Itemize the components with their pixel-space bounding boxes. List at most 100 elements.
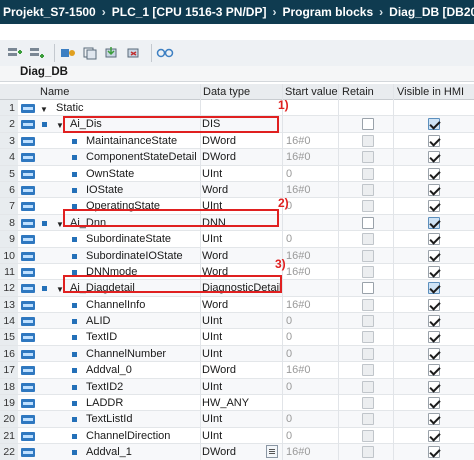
- row-datatype[interactable]: UInt: [202, 330, 222, 344]
- row-name[interactable]: TextID2: [86, 380, 123, 394]
- table-row[interactable]: 9 SubordinateState UInt 0: [0, 231, 474, 248]
- row-name[interactable]: IOState: [86, 183, 123, 197]
- row-datatype[interactable]: UInt: [202, 199, 222, 213]
- header-datatype[interactable]: Data type: [203, 86, 250, 98]
- load-values-icon[interactable]: [103, 44, 121, 62]
- row-start-value[interactable]: 0: [286, 232, 292, 246]
- collapse-arrow-icon[interactable]: ▼: [56, 285, 64, 294]
- row-datatype[interactable]: UInt: [202, 380, 222, 394]
- row-datatype[interactable]: DNN: [202, 216, 226, 230]
- table-row[interactable]: 21 ChannelDirection UInt 0: [0, 427, 474, 445]
- row-datatype[interactable]: DWord: [202, 150, 236, 164]
- row-datatype[interactable]: Word: [202, 265, 228, 279]
- visible-hmi-checkbox[interactable]: [428, 151, 440, 164]
- row-name[interactable]: OwnState: [86, 167, 134, 181]
- visible-hmi-checkbox[interactable]: [428, 380, 440, 393]
- row-name[interactable]: SubordinateIOState: [86, 249, 183, 263]
- retain-checkbox[interactable]: [362, 134, 374, 147]
- row-name[interactable]: ChannelInfo: [86, 298, 145, 312]
- row-name[interactable]: Addval_1: [86, 445, 132, 459]
- visible-hmi-checkbox[interactable]: [428, 315, 440, 328]
- visible-hmi-checkbox[interactable]: [428, 282, 440, 295]
- row-datatype[interactable]: DWord: [202, 134, 236, 148]
- row-start-value[interactable]: 16#0: [286, 134, 310, 148]
- visible-hmi-checkbox[interactable]: [428, 183, 440, 196]
- visible-hmi-checkbox[interactable]: [428, 200, 440, 213]
- row-datatype[interactable]: HW_ANY: [202, 396, 249, 410]
- visible-hmi-checkbox[interactable]: [428, 364, 440, 377]
- row-datatype[interactable]: DIS: [202, 117, 220, 131]
- row-datatype[interactable]: Word: [202, 249, 228, 263]
- header-name[interactable]: Name: [40, 86, 69, 98]
- retain-checkbox[interactable]: [362, 118, 374, 131]
- header-start-value[interactable]: Start value: [285, 86, 338, 98]
- row-start-value[interactable]: 0: [286, 429, 292, 443]
- row-name[interactable]: TextListId: [86, 412, 132, 426]
- visible-hmi-checkbox[interactable]: [428, 134, 440, 147]
- row-start-value[interactable]: 16#0: [286, 265, 310, 279]
- browse-datatype-icon[interactable]: [266, 445, 278, 459]
- table-row[interactable]: 20 TextListId UInt 0: [0, 411, 474, 428]
- copy-values-icon[interactable]: [81, 44, 99, 62]
- visible-hmi-checkbox[interactable]: [428, 233, 440, 246]
- visible-hmi-checkbox[interactable]: [428, 347, 440, 360]
- retain-checkbox[interactable]: [362, 200, 374, 213]
- row-name[interactable]: ALID: [86, 314, 110, 328]
- row-datatype[interactable]: DiagnosticDetail: [202, 281, 281, 295]
- row-start-value[interactable]: 16#0: [286, 363, 310, 377]
- row-start-value[interactable]: 0: [286, 330, 292, 344]
- breadcrumb-item[interactable]: Diag_DB [DB20]: [386, 5, 474, 19]
- header-retain[interactable]: Retain: [342, 86, 374, 98]
- add-row-icon[interactable]: [28, 44, 46, 62]
- row-name[interactable]: LADDR: [86, 396, 123, 410]
- row-datatype[interactable]: DWord: [202, 363, 236, 377]
- row-start-value[interactable]: 16#0: [286, 298, 310, 312]
- row-start-value[interactable]: 16#0: [286, 183, 310, 197]
- visible-hmi-checkbox[interactable]: [428, 249, 440, 262]
- table-row[interactable]: 13 ChannelInfo Word 16#0: [0, 296, 474, 314]
- table-row[interactable]: 14 ALID UInt 0: [0, 313, 474, 330]
- table-row[interactable]: 19 LADDR HW_ANY: [0, 395, 474, 412]
- table-row[interactable]: 5 OwnState UInt 0: [0, 165, 474, 182]
- table-row[interactable]: 12 ▼ Ai_Diagdetail DiagnosticDetail: [0, 280, 474, 297]
- table-row[interactable]: 2 ▼ Ai_Dis DIS: [0, 116, 474, 133]
- retain-checkbox[interactable]: [362, 249, 374, 262]
- table-row[interactable]: 17 Addval_0 DWord 16#0: [0, 362, 474, 379]
- row-name[interactable]: ChannelDirection: [86, 429, 170, 443]
- table-row[interactable]: 18 TextID2 UInt 0: [0, 378, 474, 396]
- row-datatype[interactable]: DWord: [202, 445, 236, 459]
- table-row[interactable]: 4 ComponentStateDetail DWord 16#0: [0, 149, 474, 166]
- row-datatype[interactable]: UInt: [202, 167, 222, 181]
- retain-checkbox[interactable]: [362, 151, 374, 164]
- breadcrumb-item[interactable]: Program blocks: [279, 5, 376, 19]
- row-name[interactable]: MaintainanceState: [86, 134, 177, 148]
- retain-checkbox[interactable]: [362, 331, 374, 344]
- visible-hmi-checkbox[interactable]: [428, 446, 440, 459]
- row-datatype[interactable]: UInt: [202, 412, 222, 426]
- table-row[interactable]: 15 TextID UInt 0: [0, 329, 474, 346]
- row-datatype[interactable]: Word: [202, 298, 228, 312]
- visible-hmi-checkbox[interactable]: [428, 265, 440, 278]
- row-start-value[interactable]: 0: [286, 347, 292, 361]
- collapse-arrow-icon[interactable]: ▼: [56, 220, 64, 229]
- retain-checkbox[interactable]: [362, 364, 374, 377]
- row-start-value[interactable]: 0: [286, 412, 292, 426]
- table-row[interactable]: 8 ▼ Ai_Dnn DNN: [0, 214, 474, 232]
- visible-hmi-checkbox[interactable]: [428, 331, 440, 344]
- row-name[interactable]: TextID: [86, 330, 117, 344]
- row-start-value[interactable]: 0: [286, 380, 292, 394]
- retain-checkbox[interactable]: [362, 315, 374, 328]
- visible-hmi-checkbox[interactable]: [428, 397, 440, 410]
- row-datatype[interactable]: Word: [202, 183, 228, 197]
- row-name[interactable]: ComponentStateDetail: [86, 150, 197, 164]
- row-datatype[interactable]: UInt: [202, 429, 222, 443]
- table-row[interactable]: 6 IOState Word 16#0: [0, 181, 474, 199]
- visible-hmi-checkbox[interactable]: [428, 298, 440, 311]
- visible-hmi-checkbox[interactable]: [428, 216, 440, 229]
- retain-checkbox[interactable]: [362, 216, 374, 229]
- row-name[interactable]: Ai_Dis: [70, 117, 102, 131]
- visible-hmi-checkbox[interactable]: [428, 413, 440, 426]
- table-row[interactable]: 11 DNNmode Word 16#0: [0, 263, 474, 281]
- row-name[interactable]: Static: [56, 101, 84, 115]
- insert-row-icon[interactable]: [6, 44, 24, 62]
